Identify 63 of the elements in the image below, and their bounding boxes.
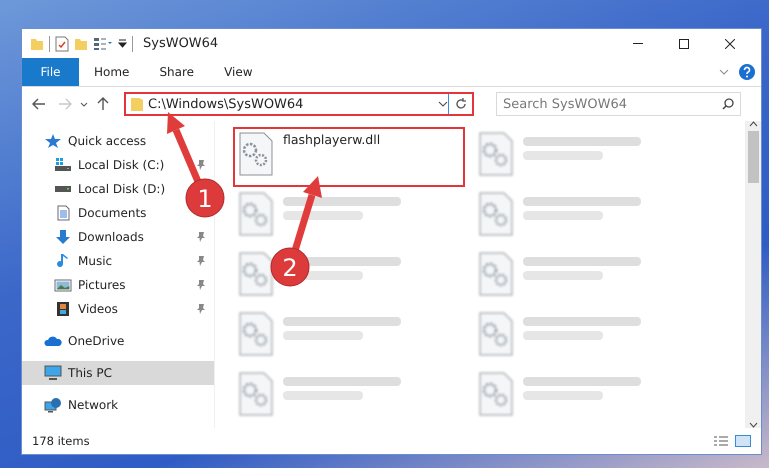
search-field[interactable]: Search SysWOW64 [496, 92, 741, 116]
tiles-view-icon[interactable] [735, 435, 751, 447]
ribbon-tab[interactable]: View [209, 58, 268, 86]
sidebar-item[interactable]: Documents [22, 201, 154, 225]
pictures-icon [54, 277, 72, 293]
dropdown-caret-icon[interactable] [438, 101, 448, 107]
sidebar-item[interactable]: Network [22, 393, 126, 417]
dll-file-icon [479, 312, 513, 356]
sidebar-item[interactable]: Local Disk (D:) [22, 177, 174, 201]
sidebar-item[interactable]: Videos [22, 297, 214, 321]
customize-icon[interactable] [93, 36, 113, 50]
dll-file-icon [239, 312, 273, 356]
drive-icon [54, 185, 72, 193]
videos-icon [54, 301, 72, 317]
sidebar-item[interactable]: Quick access [22, 129, 154, 153]
refresh-icon [454, 98, 466, 110]
recent-caret-icon[interactable] [80, 102, 88, 106]
ribbon-tab[interactable]: Share [144, 58, 210, 86]
sidebar-item[interactable]: Pictures [22, 273, 214, 297]
file-item[interactable]: flashplayerw.dll [233, 127, 465, 187]
address-bar[interactable]: C:\Windows\SysWOW64 [124, 92, 474, 116]
step-marker: 1 [186, 178, 224, 218]
scroll-up-icon[interactable] [748, 121, 758, 127]
sidebar-item[interactable]: This PC [22, 361, 214, 385]
dll-file-icon [479, 132, 513, 176]
details-view-icon[interactable] [713, 435, 729, 447]
help-icon[interactable] [739, 64, 755, 80]
dll-file-icon [239, 132, 273, 176]
step-marker: 2 [270, 248, 310, 286]
sidebar-item[interactable]: Music [22, 249, 214, 273]
close-icon [725, 38, 735, 48]
properties-icon[interactable] [55, 36, 69, 52]
dll-file-icon [479, 252, 513, 296]
dll-file-icon [239, 192, 273, 236]
scrollbar[interactable] [745, 121, 761, 428]
search-icon [722, 98, 734, 110]
computer-icon [44, 365, 62, 381]
maximize-icon [679, 38, 689, 48]
window-title: SysWOW64 [143, 36, 220, 51]
dll-file-icon [239, 252, 273, 296]
folder-icon [130, 96, 144, 112]
downloads-icon [54, 229, 72, 245]
minimize-icon [633, 43, 643, 44]
file-name: flashplayerw.dll [283, 132, 380, 147]
ribbon-tab[interactable]: Home [79, 58, 144, 86]
dll-file-icon [239, 372, 273, 416]
sidebar-item[interactable]: OneDrive [22, 329, 132, 353]
sidebar-item[interactable]: Downloads [22, 225, 214, 249]
sidebar-item[interactable]: Local Disk (C:) [22, 153, 214, 177]
up-arrow-icon [97, 97, 109, 111]
caret-icon[interactable] [118, 39, 127, 48]
item-count: 178 items [32, 434, 91, 448]
scroll-thumb[interactable] [748, 131, 758, 183]
dll-file-icon [479, 372, 513, 416]
back-arrow-icon [32, 98, 46, 110]
system-drive-icon [54, 157, 72, 173]
chevron-icon[interactable] [719, 69, 729, 75]
star-icon [44, 133, 62, 149]
dll-file-icon [479, 192, 513, 236]
network-icon [44, 397, 62, 413]
forward-arrow-icon [58, 98, 72, 110]
scroll-down-icon[interactable] [748, 422, 758, 428]
ribbon-tab[interactable]: File [22, 58, 79, 86]
